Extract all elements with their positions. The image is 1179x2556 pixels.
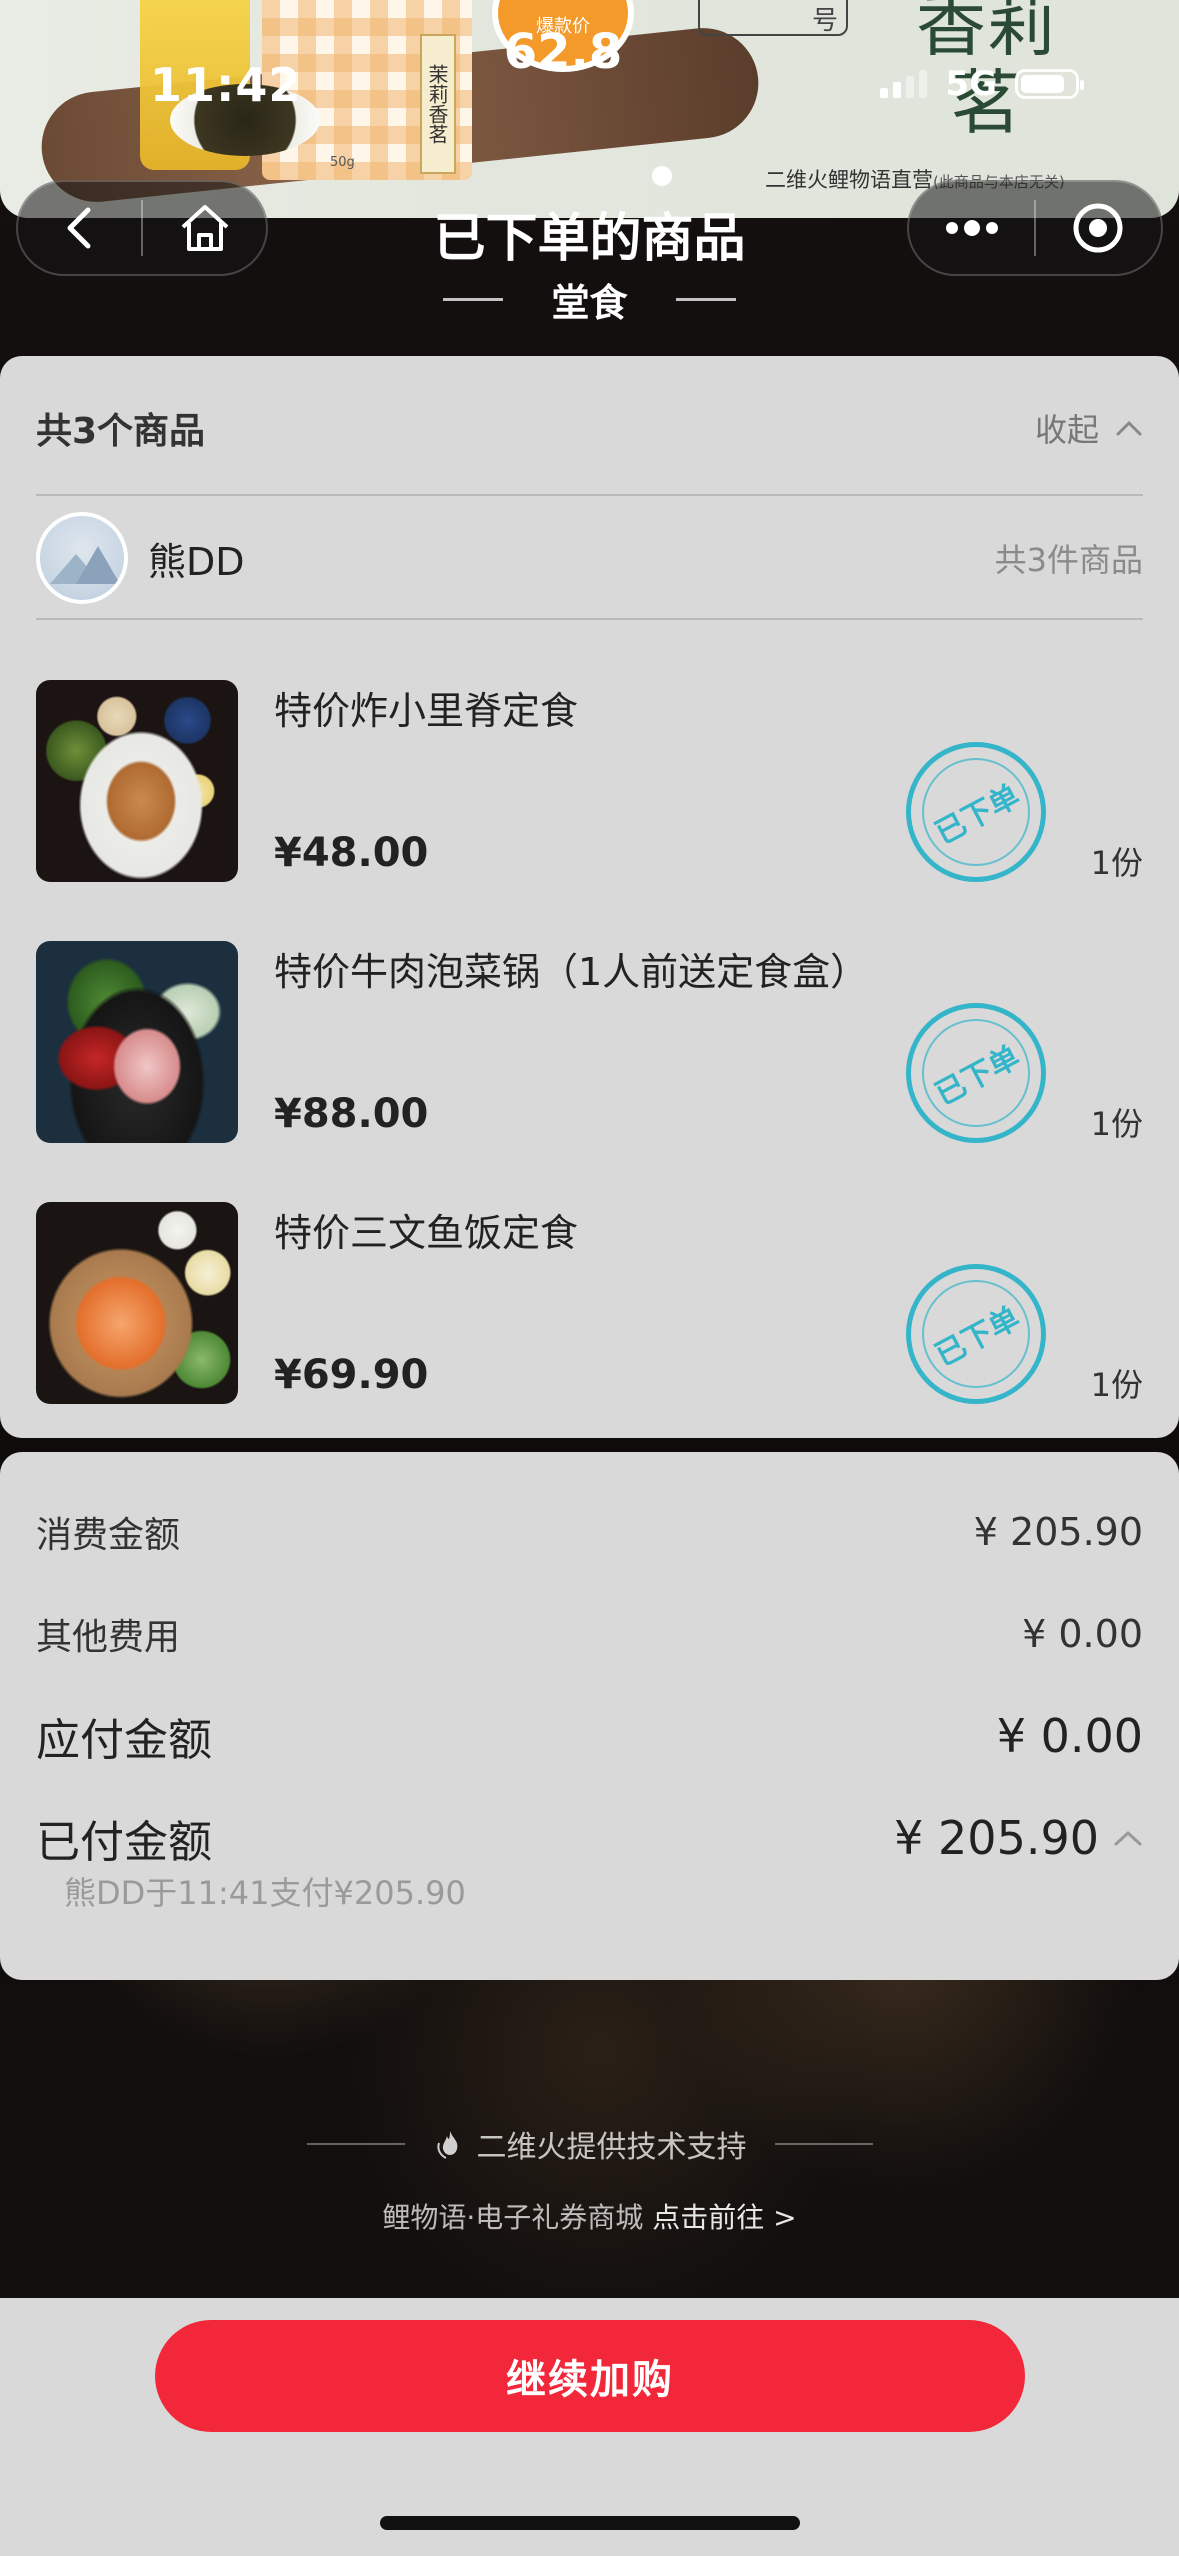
dine-left-line: [443, 298, 504, 301]
dine-type-label: 堂食: [551, 281, 628, 325]
status-icons: 5G: [880, 64, 1084, 104]
items-count: 共3个商品: [36, 411, 206, 452]
sponsor-name: 二维火鲤物语直营: [765, 168, 933, 192]
items-header: 共3个商品 收起: [36, 398, 1143, 458]
chevron-up-icon: [1114, 1831, 1142, 1846]
mall-row: 鲤物语·电子礼券商城 点击前往 >: [0, 2196, 1179, 2236]
summary-card: 消费金额 ¥ 205.90 其他费用 ¥ 0.00 应付金额 ¥ 0.00 已付…: [0, 1452, 1179, 1980]
page-title: 已下单的商品: [433, 209, 746, 269]
package-weight: 50g: [330, 155, 355, 170]
support-right-line: [774, 2143, 873, 2145]
signal-icon: [880, 70, 928, 98]
avatar: [36, 512, 128, 604]
chevron-up-icon: [1116, 421, 1142, 436]
package-label: 茉莉香茗: [420, 34, 456, 174]
list-item[interactable]: 特价三文鱼饭定食 ¥69.90 已下单 1份: [36, 1202, 1143, 1404]
tech-support-label: 二维火提供技术支持: [476, 2130, 747, 2165]
other-fee-value: ¥ 0.00: [1022, 1612, 1143, 1656]
item-title: 特价三文鱼饭定食: [274, 1211, 579, 1255]
continue-order-button[interactable]: 继续加购: [155, 2320, 1025, 2432]
customer-item-count: 共3件商品: [994, 541, 1143, 579]
home-indicator: [380, 2516, 800, 2530]
item-price: ¥88.00: [274, 1091, 429, 1137]
banner-stamp-text: 号: [811, 6, 838, 36]
item-thumbnail: [36, 941, 238, 1143]
ordered-stamp: 已下单: [906, 1264, 1046, 1404]
ordered-stamp: 已下单: [906, 742, 1046, 882]
item-thumbnail: [36, 680, 238, 882]
dine-right-line: [675, 298, 736, 301]
items-card: 共3个商品 收起 熊DD 共3件商品 特价炸小里脊定食 ¥48.00 已下单 1…: [0, 356, 1179, 1438]
consumption-label: 消费金额: [36, 1515, 181, 1556]
banner-page-indicator: [652, 166, 672, 186]
divider: [36, 494, 1143, 496]
customer-name: 熊DD: [148, 539, 245, 584]
banner-stamp-box: 号: [698, 0, 848, 36]
mall-link[interactable]: 点击前往 >: [652, 2201, 796, 2234]
consumption-row: 消费金额 ¥ 205.90: [36, 1506, 1143, 1558]
divider: [36, 618, 1143, 620]
payable-label: 应付金额: [36, 1715, 212, 1766]
item-price: ¥48.00: [274, 830, 429, 876]
item-title: 特价炸小里脊定食: [274, 689, 579, 733]
paid-value: ¥ 205.90: [894, 1811, 1099, 1865]
consumption-value: ¥ 205.90: [973, 1510, 1143, 1554]
item-quantity: 1份: [1090, 1366, 1143, 1404]
item-thumbnail: [36, 1202, 238, 1404]
list-item[interactable]: 特价牛肉泡菜锅（1人前送定食盒） ¥88.00 已下单 1份: [36, 941, 1143, 1143]
support-left-line: [306, 2143, 405, 2145]
paid-row[interactable]: 已付金额 ¥ 205.90: [36, 1806, 1143, 1870]
item-title: 特价牛肉泡菜锅（1人前送定食盒）: [274, 950, 869, 994]
network-label: 5G: [945, 64, 997, 104]
avatar-mountain-icon: [76, 546, 120, 584]
list-item[interactable]: 特价炸小里脊定食 ¥48.00 已下单 1份: [36, 680, 1143, 882]
paid-label: 已付金额: [36, 1817, 212, 1868]
item-price: ¥69.90: [274, 1352, 429, 1398]
collapse-label: 收起: [1034, 411, 1099, 449]
ordered-stamp: 已下单: [906, 1003, 1046, 1143]
mall-label: 鲤物语·电子礼券商城: [382, 2201, 644, 2234]
status-time: 11:42: [150, 58, 302, 112]
payable-row: 应付金额 ¥ 0.00: [36, 1704, 1143, 1768]
battery-icon: [1015, 69, 1084, 99]
price-badge: 爆款价 62.8: [492, 0, 634, 80]
tech-support-text: 二维火提供技术支持: [433, 2122, 747, 2166]
customer-row: 熊DD 共3件商品: [36, 510, 1143, 606]
paid-value-group: ¥ 205.90: [894, 1811, 1143, 1865]
dine-type-row: 堂食: [0, 272, 1179, 327]
item-quantity: 1份: [1090, 1105, 1143, 1143]
payable-value: ¥ 0.00: [996, 1709, 1143, 1763]
stamp-text: 已下单: [929, 1300, 1026, 1374]
paid-note: 熊DD于11:41支付¥205.90: [64, 1874, 466, 1912]
price-badge-value: 62.8: [503, 24, 623, 80]
flame-icon: [436, 2131, 457, 2159]
other-fee-label: 其他费用: [36, 1617, 181, 1658]
stamp-text: 已下单: [929, 1039, 1026, 1113]
stamp-text: 已下单: [929, 778, 1026, 852]
tech-support-row: 二维火提供技术支持: [0, 2122, 1179, 2166]
other-fee-row: 其他费用 ¥ 0.00: [36, 1608, 1143, 1660]
item-quantity: 1份: [1090, 844, 1143, 882]
collapse-toggle[interactable]: 收起: [1035, 405, 1143, 451]
